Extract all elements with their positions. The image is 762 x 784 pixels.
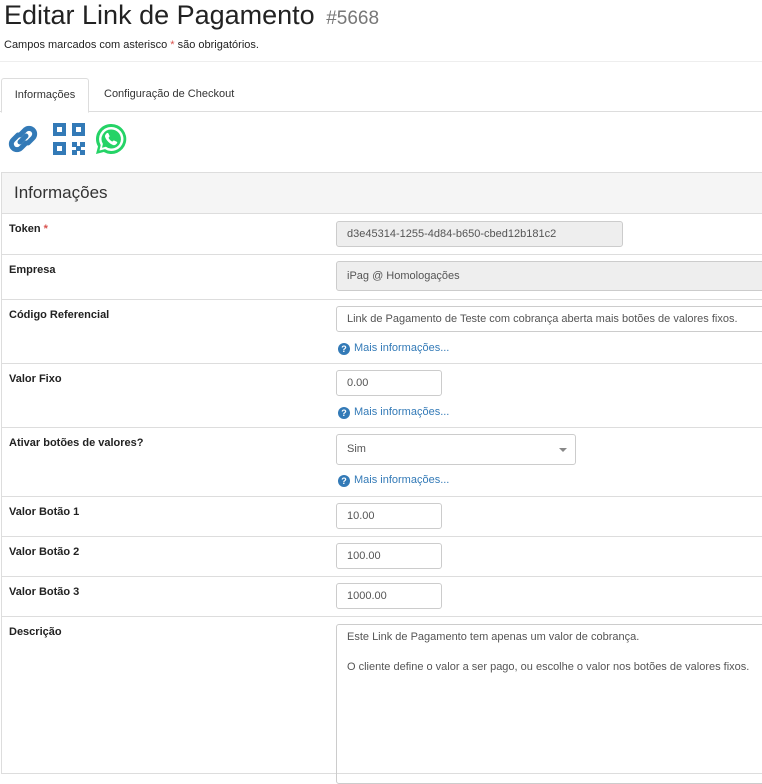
panel-title: Informações [2,173,762,214]
codigo-referencial-field[interactable]: Link de Pagamento de Teste com cobrança … [336,306,762,332]
valor-botao-2-input[interactable]: 100.00 [336,543,442,569]
ativar-botoes-label: Ativar botões de valores? [9,437,144,449]
empresa-field[interactable]: iPag @ Homologações [336,261,762,291]
tab-configuracao-checkout[interactable]: Configuração de Checkout [104,78,234,111]
row-valor-botao-3: Valor Botão 3 1000.00 [2,577,762,617]
tab-informacoes[interactable]: Informações [1,78,89,113]
row-valor-botao-2: Valor Botão 2 100.00 [2,537,762,577]
link-icon[interactable] [4,121,42,162]
ativar-botoes-select[interactable]: Sim [336,434,576,465]
page-title-text: Editar Link de Pagamento [4,0,315,30]
valor-botao-3-input[interactable]: 1000.00 [336,583,442,609]
help-link-text: Mais informações... [354,342,450,354]
required-note-text: Campos marcados com asterisco [4,39,171,51]
required-fields-note: Campos marcados com asterisco * são obri… [4,39,259,51]
valor-botao-2-label: Valor Botão 2 [9,546,80,558]
required-star: * [43,223,48,235]
tab-bar: Informações Configuração de Checkout [0,78,762,113]
question-circle-icon: ? [338,475,350,487]
valor-botao-1-label: Valor Botão 1 [9,506,80,518]
token-label: Token * [9,223,48,235]
row-descricao: Descrição Este Link de Pagamento tem ape… [2,617,762,784]
ativar-botoes-selected-value: Sim [347,443,366,455]
question-circle-icon: ? [338,407,350,419]
whatsapp-icon[interactable] [93,121,129,162]
row-token: Token * d3e45314-1255-4d84-b650-cbed12b1… [2,214,762,255]
token-label-text: Token [9,223,41,235]
informacoes-panel: Informações Token * d3e45314-1255-4d84-b… [1,172,762,784]
row-empresa: Empresa iPag @ Homologações [2,255,762,300]
valor-fixo-label: Valor Fixo [9,373,62,385]
valor-fixo-help-link[interactable]: ? Mais informações... [338,406,449,419]
row-codigo-referencial: Código Referencial Link de Pagamento de … [2,300,762,364]
ativar-botoes-help-link[interactable]: ? Mais informações... [338,474,449,487]
help-link-text: Mais informações... [354,406,450,418]
help-link-text: Mais informações... [354,474,450,486]
empresa-label: Empresa [9,264,56,276]
record-id: #5668 [326,8,380,29]
valor-fixo-input[interactable]: 0.00 [336,370,442,396]
row-valor-fixo: Valor Fixo 0.00 ? Mais informações... [2,364,762,428]
valor-botao-3-label: Valor Botão 3 [9,586,80,598]
descricao-label: Descrição [9,626,62,638]
codigo-referencial-help-link[interactable]: ? Mais informações... [338,342,449,355]
descricao-line-2: O cliente define o valor a ser pago, ou … [347,661,750,673]
row-ativar-botoes: Ativar botões de valores? Sim ? Mais info… [2,428,762,497]
token-field[interactable]: d3e45314-1255-4d84-b650-cbed12b181c2 [336,221,623,247]
descricao-line-1: Este Link de Pagamento tem apenas um val… [347,631,640,643]
chevron-down-icon [559,448,567,452]
required-note-text-end: são obrigatórios. [174,39,259,51]
question-circle-icon: ? [338,343,350,355]
descricao-textarea[interactable]: Este Link de Pagamento tem apenas um val… [336,624,762,784]
page-title: Editar Link de Pagamento #5668 [4,0,379,34]
codigo-referencial-label: Código Referencial [9,309,110,321]
valor-botao-1-input[interactable]: 10.00 [336,503,442,529]
qr-code-icon[interactable] [51,121,87,162]
row-valor-botao-1: Valor Botão 1 10.00 [2,497,762,537]
header-divider [0,61,762,62]
